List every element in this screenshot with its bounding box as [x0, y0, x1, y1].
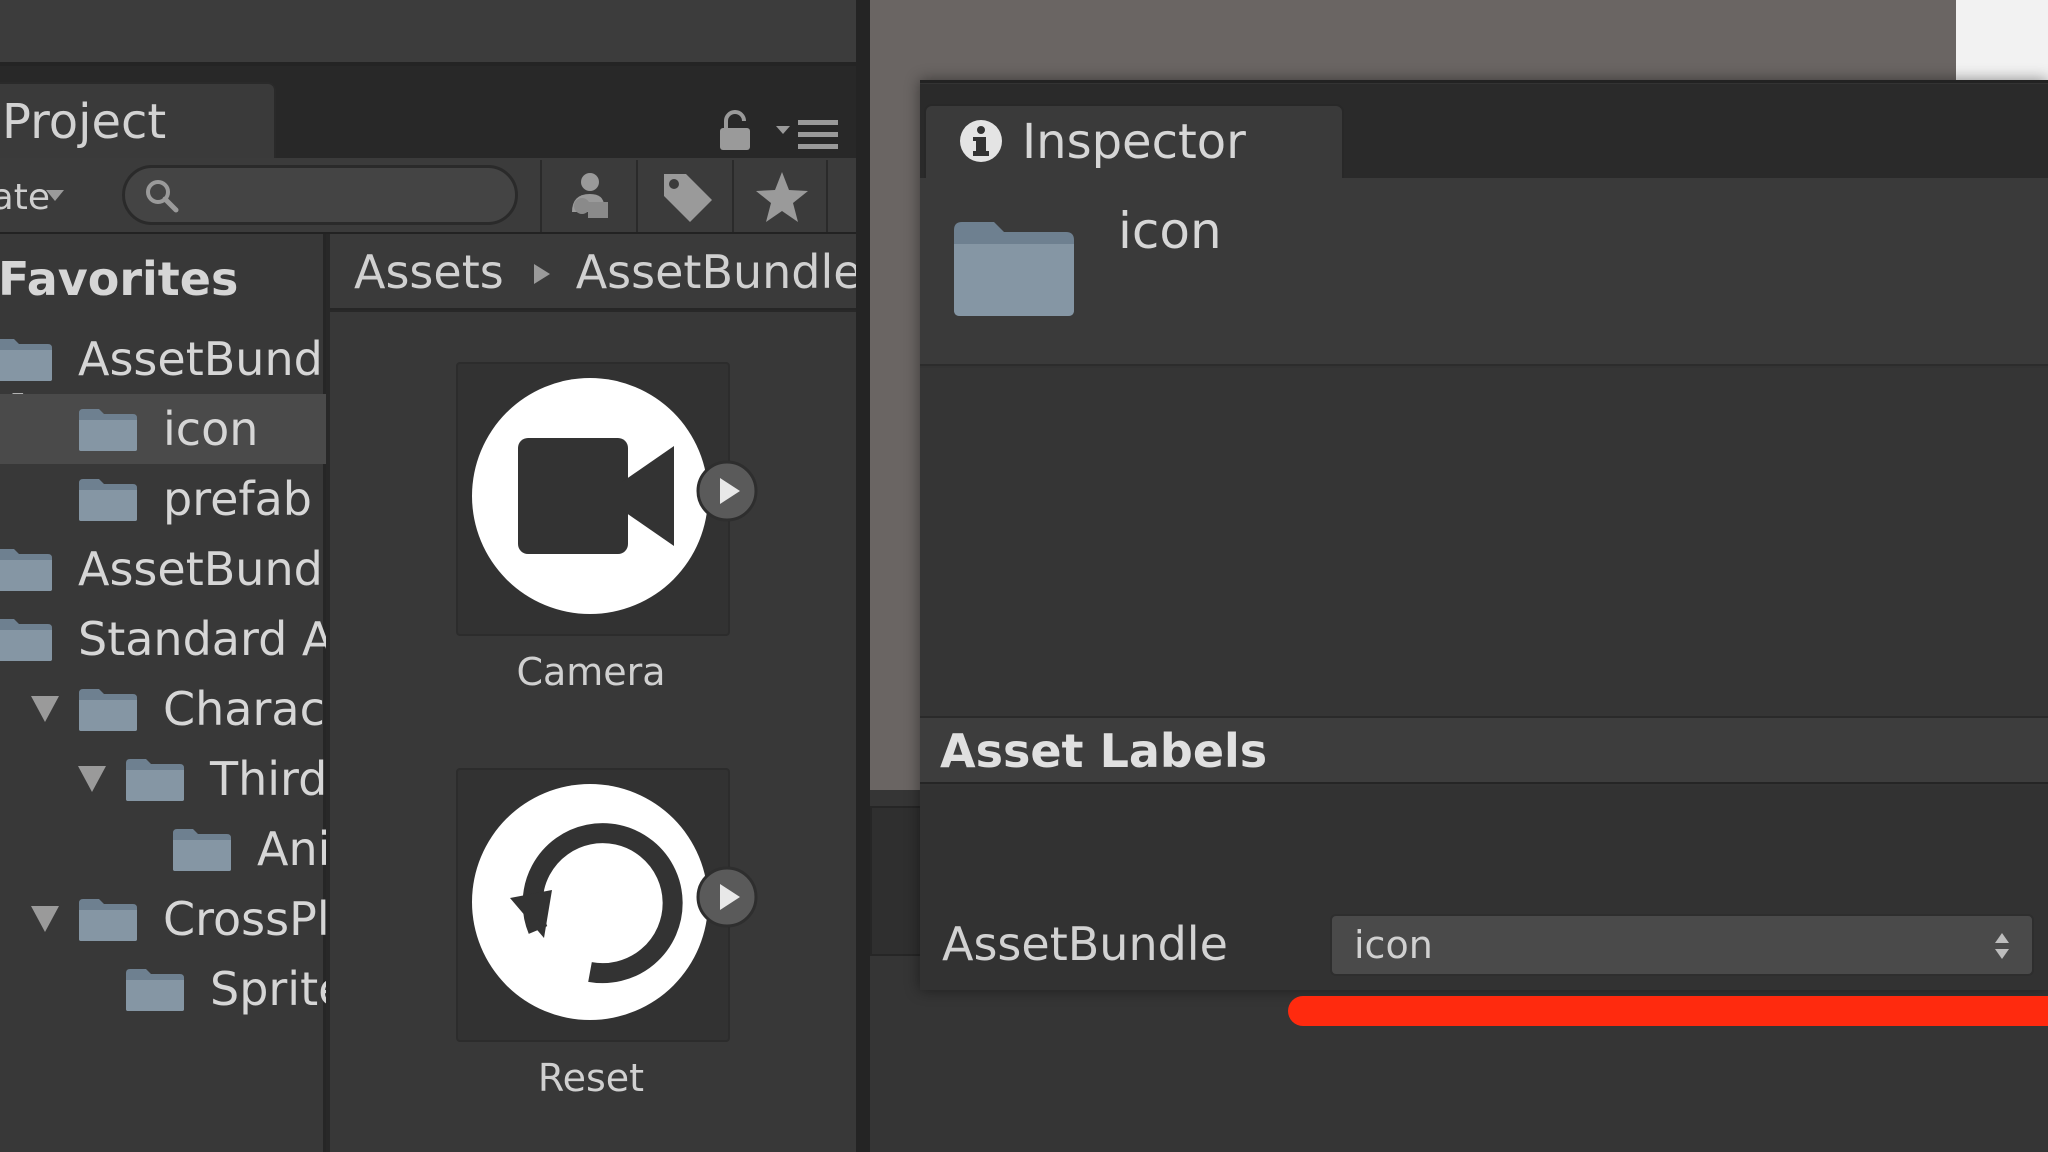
expand-triangle-icon[interactable]	[31, 696, 59, 722]
folder-icon	[126, 969, 184, 1011]
camera-icon	[472, 378, 708, 614]
create-caret-icon[interactable]	[46, 190, 64, 201]
folder-icon	[79, 899, 137, 941]
tree-favorites[interactable]: Favorites	[0, 244, 324, 314]
type-filter-icon	[572, 173, 608, 218]
tree-item[interactable]: ThirdPersonCharacter	[0, 744, 326, 814]
tree-item-label: AssetBundles	[78, 332, 326, 386]
tree-item[interactable]: Standard Assets	[0, 604, 326, 674]
folder-icon	[0, 619, 52, 661]
folder-icon	[79, 689, 137, 731]
tree-item-label: ThirdPersonCharacter	[210, 752, 326, 806]
info-icon	[960, 120, 1002, 162]
tab-project-label: Project	[2, 94, 167, 150]
top-toolbar	[0, 0, 856, 66]
expand-triangle-icon[interactable]	[31, 906, 59, 932]
scene-view-corner	[1956, 0, 2048, 80]
breadcrumb-arrow-icon	[533, 263, 550, 284]
red-highlight-stroke	[1288, 996, 2048, 1026]
assetbundle-select[interactable]: icon	[1330, 914, 2034, 976]
breadcrumb-root[interactable]: Assets	[354, 245, 504, 299]
search-input[interactable]	[122, 165, 518, 225]
assetbundle-select-value: icon	[1354, 923, 1433, 967]
folder-icon	[173, 829, 231, 871]
inspector-object-name: icon	[1118, 202, 1222, 260]
folder-icon	[79, 409, 137, 451]
breadcrumb: Assets AssetBundles	[330, 234, 856, 310]
tree-item[interactable]: Characters	[0, 674, 326, 744]
tree-item-label: CrossPlatformInput	[163, 892, 326, 946]
folder-icon	[0, 549, 52, 591]
panel-menu-icon[interactable]	[776, 118, 840, 152]
tree-item-label: icon	[163, 402, 259, 456]
breadcrumb-current[interactable]: AssetBundles	[576, 245, 856, 299]
tree-item[interactable]: CrossPlatformInput	[0, 884, 326, 954]
tree-item[interactable]: Animations	[0, 814, 326, 884]
search-icon	[146, 180, 179, 213]
tree-item[interactable]: AssetBundles	[0, 324, 326, 394]
tree-item-label: Characters	[163, 682, 326, 736]
expand-play-icon[interactable]	[694, 458, 760, 524]
asset-tile-reset[interactable]	[456, 768, 730, 1042]
save-search-button[interactable]	[732, 160, 828, 232]
tree-item[interactable]: icon	[0, 394, 326, 464]
inspector-title: Inspector	[1022, 114, 1246, 170]
search-by-label-button[interactable]	[636, 160, 732, 232]
folder-icon	[79, 479, 137, 521]
asset-tile-camera[interactable]	[456, 362, 730, 636]
inspector-body	[920, 368, 2048, 716]
folder-icon	[0, 339, 52, 381]
updown-arrows-icon	[1995, 933, 2009, 959]
tree-item-label: Standard Assets	[78, 612, 326, 666]
inspector-header	[920, 178, 2048, 366]
create-dropdown[interactable]: Create	[0, 168, 50, 228]
assetbundle-label: AssetBundle	[942, 917, 1228, 971]
folder-icon	[126, 759, 184, 801]
asset-grid: Camera Reset	[330, 312, 856, 1152]
asset-name-camera: Camera	[516, 650, 666, 694]
folder-icon	[954, 222, 1074, 316]
star-icon	[756, 172, 808, 222]
tree-item[interactable]: AssetBundles	[0, 534, 326, 604]
asset-name-reset: Reset	[537, 1056, 645, 1100]
search-by-type-button[interactable]	[540, 160, 636, 232]
tag-icon	[664, 174, 712, 222]
tree-item[interactable]: prefab	[0, 464, 326, 534]
search-input-field[interactable]	[185, 174, 499, 218]
asset-labels-header[interactable]: Asset Labels	[920, 716, 2048, 784]
tab-project[interactable]: Project	[0, 82, 276, 158]
reset-icon	[472, 784, 708, 1020]
expand-triangle-icon[interactable]	[78, 766, 106, 792]
tree-item-label: AssetBundles	[78, 542, 326, 596]
tree-item-label: Sprites	[210, 962, 326, 1016]
tree-item[interactable]: Sprites	[0, 954, 326, 1024]
tree-item-label: Animations	[257, 822, 326, 876]
tree-item-label: prefab	[163, 472, 312, 526]
expand-play-icon[interactable]	[694, 864, 760, 930]
folder-tree: Favorites Assets AssetBundlesiconprefabA…	[0, 234, 326, 1152]
panel-divider[interactable]	[856, 0, 870, 1152]
lock-icon[interactable]	[716, 110, 754, 152]
